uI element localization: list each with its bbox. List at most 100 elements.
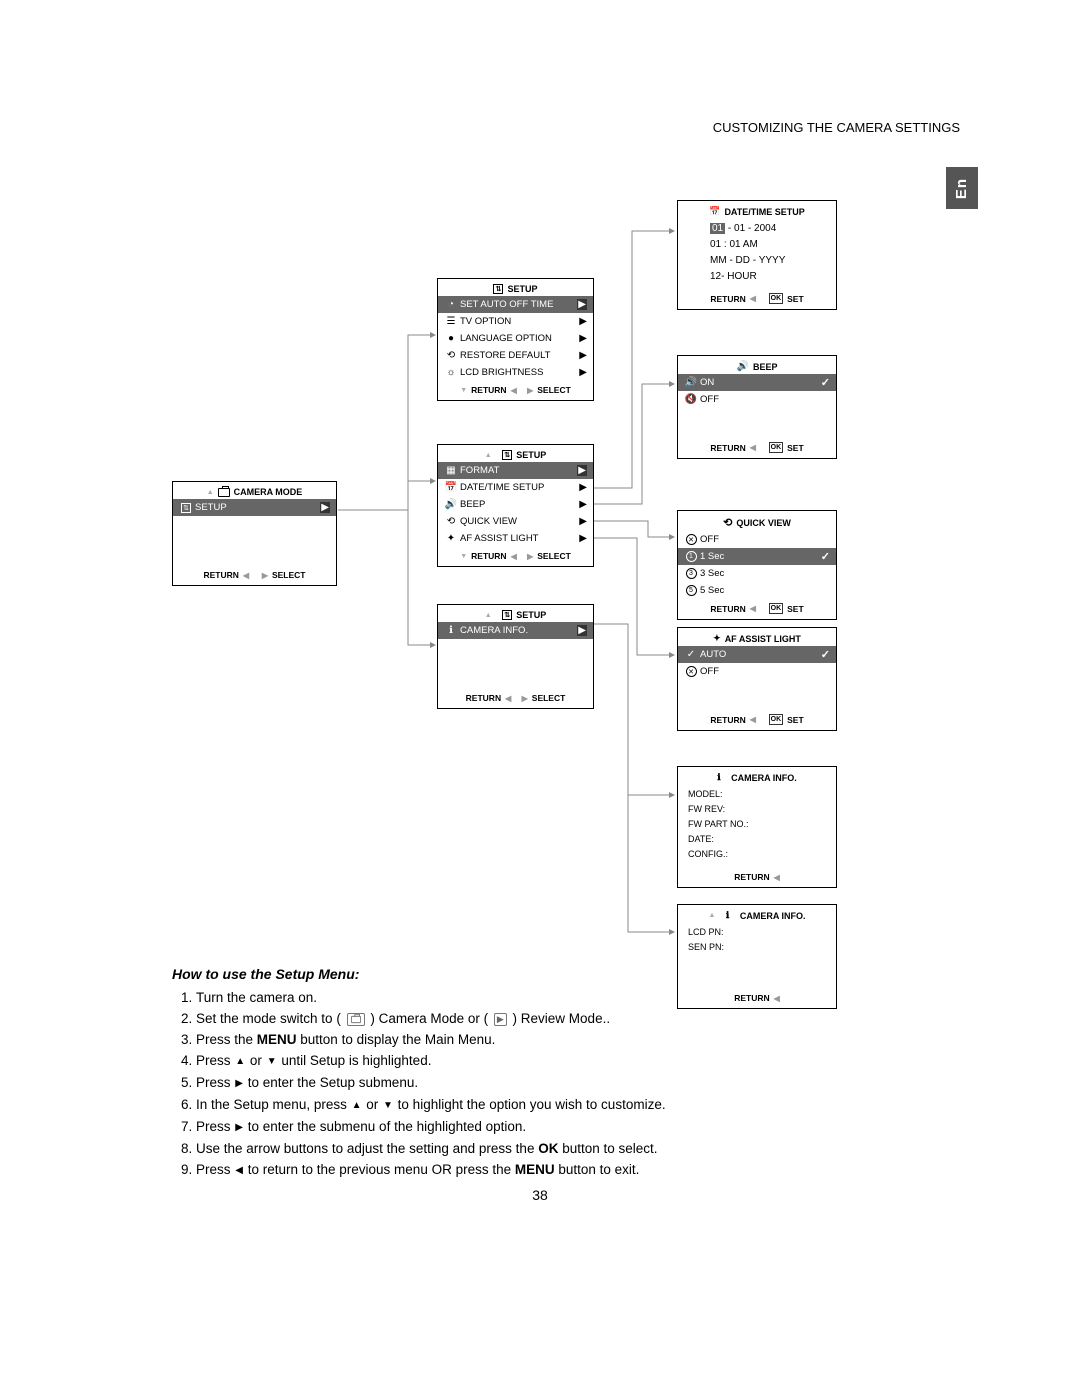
afassist-auto-label: AUTO [698, 649, 821, 660]
s6c: to highlight the option you wish to cust… [394, 1097, 666, 1112]
beep-footer: RETURN ◀ OK SET [678, 438, 836, 458]
setup2-label-3: QUICK VIEW [458, 516, 579, 527]
datetime-line1: 01 - 01 - 2004 [710, 221, 836, 237]
s2b: ) Camera Mode or ( [367, 1011, 492, 1026]
quickview-off[interactable]: ✕OFF [678, 531, 836, 548]
setup1-item-2[interactable]: ●LANGUAGE OPTION▶ [438, 330, 593, 347]
section-header: CUSTOMIZING THE CAMERA SETTINGS [713, 120, 960, 135]
setup3-title: SETUP [516, 610, 546, 620]
s4a: Press [196, 1053, 234, 1068]
quickview-title-row: ⟲ QUICK VIEW [678, 511, 836, 531]
setup1-item-4[interactable]: ☼LCD BRIGHTNESS▶ [438, 364, 593, 381]
quickview-footer: RETURN ◀ OK SET [678, 599, 836, 619]
language-icon: ● [444, 333, 458, 344]
return-label[interactable]: RETURN [204, 570, 239, 580]
quickview-1sec[interactable]: 11 Sec✓ [678, 548, 836, 565]
sound-on-icon: 🔊 [684, 377, 698, 388]
up-arrow-icon: ▲ [485, 452, 492, 459]
datetime-month[interactable]: 01 [710, 223, 725, 234]
beep-on[interactable]: 🔊ON✓ [678, 374, 836, 391]
ok-icon: OK [769, 293, 784, 304]
s8-ok: OK [538, 1141, 558, 1156]
s9a: Press [196, 1162, 234, 1177]
af-icon: ✦ [444, 533, 458, 544]
beep-off[interactable]: 🔇OFF [678, 391, 836, 408]
setup1-footer: ▼ RETURN ◀ ▶ SELECT [438, 381, 593, 400]
s3-menu: MENU [257, 1032, 297, 1047]
set-label[interactable]: SET [787, 604, 804, 614]
sound-off-icon: 🔇 [684, 394, 698, 405]
camera-icon [218, 488, 230, 497]
caminfo1-body: MODEL: FW REV: FW PART NO.: DATE: CONFIG… [678, 785, 836, 868]
setup2-title-row: ▲ SETUP [438, 445, 593, 462]
howto-section: How to use the Setup Menu: Turn the came… [172, 964, 892, 1181]
setup2-item-4[interactable]: ✦AF ASSIST LIGHT▶ [438, 530, 593, 547]
select-label[interactable]: SELECT [272, 570, 306, 580]
return-label[interactable]: RETURN [710, 443, 745, 453]
s8b: button to select. [558, 1141, 657, 1156]
setup2-item-1[interactable]: 📅DATE/TIME SETUP▶ [438, 479, 593, 496]
setup2-item-2[interactable]: 🔊BEEP▶ [438, 496, 593, 513]
afassist-footer: RETURN ◀ OK SET [678, 710, 836, 730]
afassist-auto[interactable]: ✓AUTO✓ [678, 646, 836, 663]
afassist-panel: ✦ AF ASSIST LIGHT ✓AUTO✓ ✕OFF RETURN ◀ O… [677, 627, 837, 731]
check-icon: ✓ [821, 550, 830, 563]
datetime-rest1: - 01 - 2004 [725, 223, 776, 234]
set-label[interactable]: SET [787, 443, 804, 453]
setup2-item-0[interactable]: ▦FORMAT▶ [438, 462, 593, 479]
beep-title-row: 🔊 BEEP [678, 356, 836, 374]
caminfo2-title-row: ▲ ℹ CAMERA INFO. [678, 905, 836, 923]
caminfo1-title-row: ℹ CAMERA INFO. [678, 767, 836, 785]
format-icon: ▦ [444, 465, 458, 476]
return-label[interactable]: RETURN [466, 693, 501, 703]
select-label[interactable]: SELECT [537, 551, 571, 561]
datetime-line2: 01 : 01 AM [710, 237, 836, 253]
ok-icon: OK [769, 442, 784, 453]
howto-step-7: Press ▶ to enter the submenu of the high… [196, 1116, 892, 1138]
right-arrow-icon: ▶ [579, 316, 587, 327]
right-arrow-icon: ▶ [262, 571, 268, 580]
setup3-title-row: ▲ SETUP [438, 605, 593, 622]
setup2-item-3[interactable]: ⟲QUICK VIEW▶ [438, 513, 593, 530]
left-arrow-icon: ◀ [505, 694, 511, 703]
return-label[interactable]: RETURN [710, 604, 745, 614]
calendar-icon: 📅 [709, 206, 720, 217]
return-label[interactable]: RETURN [471, 551, 506, 561]
setup1-item-1[interactable]: ☰TV OPTION▶ [438, 313, 593, 330]
quickview-panel: ⟲ QUICK VIEW ✕OFF 11 Sec✓ 33 Sec 55 Sec … [677, 510, 837, 620]
af-icon: ✦ [713, 633, 721, 644]
setup1-item-3[interactable]: ⟲RESTORE DEFAULT▶ [438, 347, 593, 364]
quickview-3sec[interactable]: 33 Sec [678, 565, 836, 582]
info-icon: ℹ [726, 910, 729, 921]
afassist-off[interactable]: ✕OFF [678, 663, 836, 680]
right-arrow-icon: ▶ [522, 694, 528, 703]
beep-off-label: OFF [698, 394, 830, 405]
s2c: ) Review Mode.. [509, 1011, 610, 1026]
howto-step-2: Set the mode switch to ( ) Camera Mode o… [196, 1008, 892, 1029]
set-label[interactable]: SET [787, 715, 804, 725]
language-tab: En [946, 167, 978, 209]
s6b: or [363, 1097, 383, 1112]
right-arrow-icon: ▶ [235, 1117, 243, 1138]
setup-panel-1: SETUP ◔SET AUTO OFF TIME▶ ☰TV OPTION▶ ●L… [437, 278, 594, 401]
setup-icon [502, 610, 512, 620]
select-label[interactable]: SELECT [537, 385, 571, 395]
camera-mode-title: CAMERA MODE [234, 487, 303, 497]
left-arrow-icon: ◀ [235, 1160, 243, 1181]
quickview-5sec[interactable]: 55 Sec [678, 582, 836, 599]
datetime-footer: RETURN ◀ OK SET [678, 289, 836, 309]
return-label[interactable]: RETURN [710, 294, 745, 304]
caminfo1-line-2: FW PART NO.: [688, 817, 828, 832]
select-label[interactable]: SELECT [532, 693, 566, 703]
return-label[interactable]: RETURN [471, 385, 506, 395]
review-mode-icon: ▶ [494, 1013, 507, 1026]
return-label[interactable]: RETURN [710, 715, 745, 725]
afassist-off-label: OFF [698, 666, 830, 677]
camera-mode-setup-row[interactable]: SETUP ▶ [173, 499, 336, 516]
caminfo1-line-0: MODEL: [688, 787, 828, 802]
set-label[interactable]: SET [787, 294, 804, 304]
setup3-item-0[interactable]: ℹCAMERA INFO.▶ [438, 622, 593, 639]
howto-step-3: Press the MENU button to display the Mai… [196, 1029, 892, 1050]
setup1-item-0[interactable]: ◔SET AUTO OFF TIME▶ [438, 296, 593, 313]
return-label[interactable]: RETURN [734, 872, 769, 882]
